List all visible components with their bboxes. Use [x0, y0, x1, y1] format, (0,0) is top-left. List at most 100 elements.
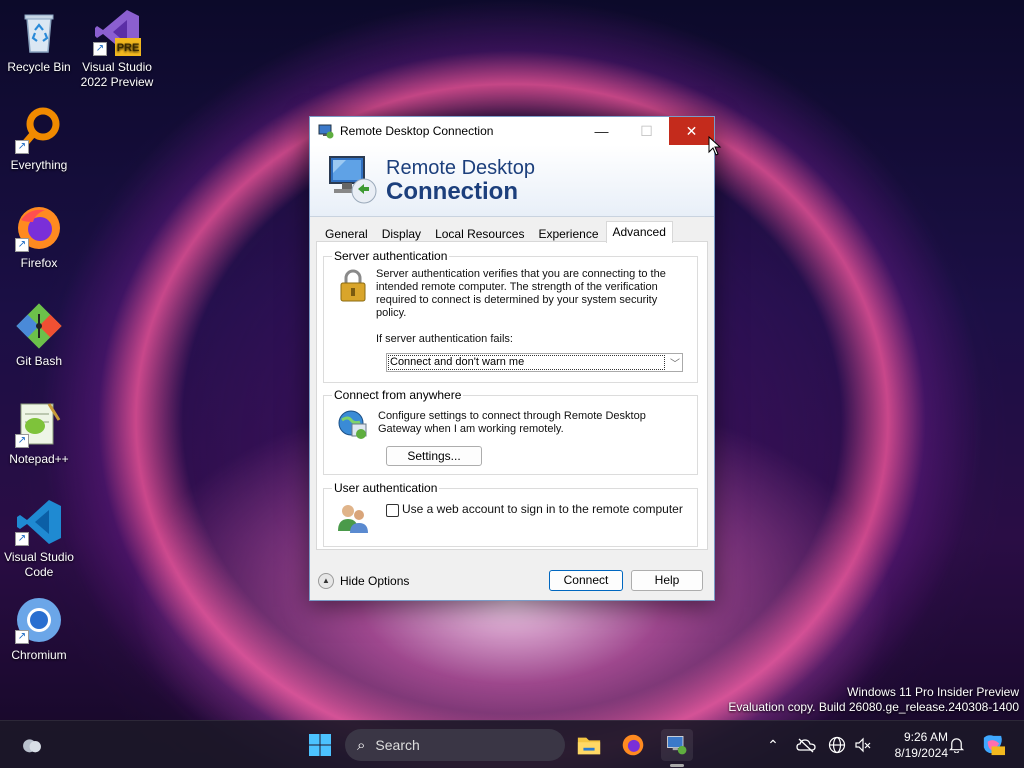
mouse-cursor-icon: [708, 136, 722, 156]
file-explorer-button[interactable]: [573, 729, 605, 761]
desktop-icon-label: Visual Studio Code: [4, 550, 74, 579]
active-app-indicator: [670, 764, 684, 767]
server-authentication-group: Server authentication Server authenticat…: [323, 249, 698, 383]
start-button[interactable]: [304, 729, 336, 761]
clock-date: 8/19/2024: [894, 746, 948, 760]
group-title: Server authentication: [332, 249, 450, 263]
web-account-checkbox-label: Use a web account to sign in to the remo…: [402, 502, 683, 516]
user-authentication-group: User authentication Use a web account to…: [323, 481, 698, 547]
tab-local-resources[interactable]: Local Resources: [428, 223, 531, 243]
tab-advanced[interactable]: Advanced: [605, 221, 673, 243]
server-auth-fail-dropdown[interactable]: Connect and don't warn me ﹀: [386, 353, 683, 372]
firefox-icon: [622, 734, 644, 756]
watermark-line2: Evaluation copy. Build 26080.ge_release.…: [728, 700, 1019, 714]
show-hidden-icons-chevron-icon[interactable]: ⌃: [764, 737, 782, 754]
taskbar: ⌕ Search ⌃ 9:26 AM 8/19/2024: [0, 720, 1024, 768]
everything-magnifier-icon: ↗: [15, 106, 63, 154]
gateway-globe-icon: [338, 410, 367, 439]
rdc-app-icon: [318, 124, 334, 139]
desktop-icon-vscode[interactable]: ↗ Visual Studio Code: [0, 498, 78, 580]
windows-watermark: Windows 11 Pro Insider Preview Evaluatio…: [728, 685, 1019, 715]
desktop-icon-firefox[interactable]: ↗ Firefox: [0, 204, 78, 271]
notepadpp-icon: ↗: [15, 400, 63, 448]
onedrive-offline-icon[interactable]: [796, 737, 816, 753]
desktop-icon-label: Everything: [10, 158, 68, 172]
remote-desktop-connection-window: Remote Desktop Connection — ☐ ✕ Remote D…: [309, 116, 715, 601]
network-globe-icon[interactable]: [828, 736, 846, 754]
tab-general[interactable]: General: [318, 223, 375, 243]
group-title: Connect from anywhere: [332, 388, 464, 402]
chevron-down-icon: ﹀: [670, 359, 680, 370]
search-placeholder: Search: [375, 737, 420, 753]
hide-options-label: Hide Options: [340, 574, 410, 588]
desktop-icon-everything[interactable]: ↗ Everything: [0, 106, 78, 173]
desktop-icon-label: Firefox: [20, 256, 58, 270]
notification-bell-icon[interactable]: [948, 736, 965, 753]
firefox-icon: ↗: [15, 204, 63, 252]
rdc-monitor-icon: [667, 736, 687, 755]
search-icon: ⌕: [357, 736, 366, 754]
git-bash-icon: [15, 302, 63, 350]
rdc-monitor-icon: [329, 156, 377, 204]
rdc-banner: Remote Desktop Connection: [310, 145, 714, 217]
gateway-settings-button[interactable]: Settings...: [386, 446, 482, 466]
desktop-icon-notepadpp[interactable]: ↗ Notepad++: [0, 400, 78, 467]
shortcut-arrow-icon: ↗: [15, 140, 29, 154]
folder-icon: [577, 737, 601, 755]
vscode-icon: ↗: [15, 498, 63, 546]
help-button[interactable]: Help: [631, 570, 703, 591]
connect-from-anywhere-group: Connect from anywhere Configure settings…: [323, 388, 698, 475]
desktop-icon-git-bash[interactable]: Git Bash: [0, 302, 78, 369]
dropdown-selected-value: Connect and don't warn me: [388, 355, 665, 370]
volume-muted-icon[interactable]: [854, 736, 872, 754]
copilot-preview-icon[interactable]: [980, 732, 1005, 757]
hide-options-toggle[interactable]: ▲ Hide Options: [318, 573, 409, 589]
chevron-up-icon: ▲: [318, 573, 334, 589]
maximize-button[interactable]: ☐: [624, 117, 669, 145]
pre-badge: PRE: [117, 42, 140, 54]
recycle-bin-icon: [15, 8, 63, 56]
desktop-icon-label: Notepad++: [9, 452, 69, 466]
padlock-icon: [340, 269, 366, 302]
weather-widget-button[interactable]: [16, 729, 48, 761]
tab-display[interactable]: Display: [375, 223, 428, 243]
clock-time: 9:26 AM: [903, 730, 948, 744]
desktop-icon-visual-studio-2022-preview[interactable]: PRE ↗ Visual Studio 2022 Preview: [78, 8, 156, 90]
window-title: Remote Desktop Connection: [340, 124, 494, 138]
desktop-icon-chromium[interactable]: ↗ Chromium: [0, 596, 78, 663]
minimize-button[interactable]: —: [579, 117, 624, 145]
taskbar-clock[interactable]: 9:26 AM 8/19/2024: [880, 729, 948, 761]
server-auth-description: Server authentication verifies that you …: [376, 268, 666, 319]
connect-anywhere-description: Configure settings to connect through Re…: [378, 410, 646, 435]
windows-logo-icon: [309, 734, 331, 756]
shortcut-arrow-icon: ↗: [15, 532, 29, 546]
desktop-icon-label: Git Bash: [15, 354, 63, 368]
shortcut-arrow-icon: ↗: [15, 238, 29, 252]
connect-button[interactable]: Connect: [549, 570, 623, 591]
desktop-icon-recycle-bin[interactable]: Recycle Bin: [0, 8, 78, 75]
remote-desktop-taskbar-button[interactable]: [661, 729, 693, 761]
shortcut-arrow-icon: ↗: [93, 42, 107, 56]
banner-title-line1: Remote Desktop: [386, 157, 535, 179]
advanced-tab-panel: Server authentication Server authenticat…: [316, 241, 708, 550]
users-icon: [338, 505, 368, 533]
taskbar-search-box[interactable]: ⌕ Search: [345, 729, 565, 761]
web-account-checkbox[interactable]: [386, 504, 399, 517]
visual-studio-icon: PRE ↗: [93, 8, 141, 56]
tab-strip: General Display Local Resources Experien…: [318, 221, 673, 243]
shortcut-arrow-icon: ↗: [15, 630, 29, 644]
firefox-taskbar-button[interactable]: [617, 729, 649, 761]
group-title: User authentication: [332, 481, 440, 495]
cloud-icon: [23, 739, 41, 753]
system-tray: ⌃: [764, 721, 872, 768]
banner-title-line2: Connection: [386, 178, 518, 205]
watermark-line1: Windows 11 Pro Insider Preview: [847, 685, 1019, 699]
desktop-icon-label: Recycle Bin: [7, 60, 71, 74]
desktop-icon-label: Chromium: [11, 648, 67, 662]
chromium-icon: ↗: [15, 596, 63, 644]
desktop-icon-label: Visual Studio 2022 Preview: [80, 60, 154, 89]
shortcut-arrow-icon: ↗: [15, 434, 29, 448]
server-auth-fail-label: If server authentication fails:: [376, 333, 513, 345]
window-titlebar[interactable]: Remote Desktop Connection — ☐ ✕: [310, 117, 714, 145]
tab-experience[interactable]: Experience: [531, 223, 605, 243]
